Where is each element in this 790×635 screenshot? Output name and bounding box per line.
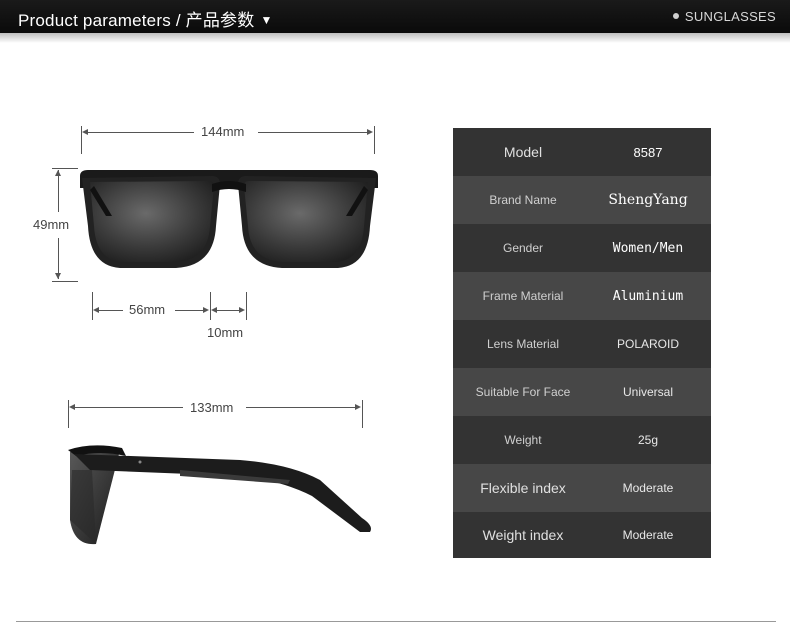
spec-value: Moderate xyxy=(622,481,674,495)
dim-line xyxy=(71,407,183,408)
spec-row: Brand Name ShengYang xyxy=(453,176,711,224)
spec-label: Flexible index xyxy=(480,480,566,496)
dim-tick-top xyxy=(52,168,78,169)
spec-label: Suitable For Face xyxy=(475,385,571,399)
spec-value: Moderate xyxy=(622,528,674,542)
spec-table: Model 8587 Brand Name ShengYang Gender W… xyxy=(453,128,711,558)
spec-value: 25g xyxy=(637,433,659,447)
lens-height-label: 49mm xyxy=(33,217,70,232)
spec-value: Universal xyxy=(622,385,673,399)
arrow-right-icon xyxy=(367,129,373,135)
spec-value: POLAROID xyxy=(616,337,679,351)
arrow-down-icon xyxy=(55,273,61,279)
dim-tick-bottom xyxy=(52,281,78,282)
dot-icon xyxy=(672,13,679,19)
glasses-front-image xyxy=(80,170,378,268)
spec-row: Gender Women/Men xyxy=(453,224,711,272)
header-shadow xyxy=(0,33,790,43)
temple-length-label: 133mm xyxy=(190,400,234,415)
spec-value: ShengYang xyxy=(608,192,688,208)
header-banner: Product parameters / 产品参数 ▼ SUNGLASSES xyxy=(0,0,790,33)
dim-tick xyxy=(210,292,211,320)
dim-line xyxy=(258,132,371,133)
spec-label: Brand Name xyxy=(489,193,557,207)
dim-line xyxy=(84,132,194,133)
dim-tick xyxy=(246,292,247,320)
spec-value: 8587 xyxy=(633,144,663,160)
arrow-right-icon xyxy=(203,307,209,313)
spec-value: Aluminium xyxy=(612,288,684,304)
arrow-left-icon xyxy=(82,129,88,135)
spec-row: Weight index Moderate xyxy=(453,512,711,558)
spec-label: Weight xyxy=(504,433,542,447)
lens-width-label: 56mm xyxy=(129,302,166,317)
dim-line xyxy=(246,407,359,408)
glasses-side-image xyxy=(68,445,371,545)
arrow-left-icon xyxy=(93,307,99,313)
dim-tick-right xyxy=(374,126,375,154)
header-category-text: SUNGLASSES xyxy=(684,9,776,24)
arrow-left-icon xyxy=(211,307,217,313)
total-width-label: 144mm xyxy=(201,124,245,139)
spec-row: Model 8587 xyxy=(453,128,711,176)
header-title: Product parameters / 产品参数 ▼ xyxy=(18,6,273,31)
dim-line xyxy=(58,170,59,212)
spec-label: Frame Material xyxy=(482,289,564,303)
arrow-up-icon xyxy=(55,170,61,176)
bottom-divider xyxy=(16,621,776,622)
spec-row: Suitable For Face Universal xyxy=(453,368,711,416)
caret-down-icon: ▼ xyxy=(260,13,273,27)
dim-line xyxy=(95,310,123,311)
header-title-text: Product parameters / 产品参数 xyxy=(18,11,255,30)
arrow-right-icon xyxy=(355,404,361,410)
spec-row: Flexible index Moderate xyxy=(453,464,711,512)
spec-row: Frame Material Aluminium xyxy=(453,272,711,320)
bridge-label: 10mm xyxy=(207,325,244,340)
spec-row: Weight 25g xyxy=(453,416,711,464)
dim-tick xyxy=(362,400,363,428)
arrow-right-icon xyxy=(239,307,245,313)
spec-label: Weight index xyxy=(482,527,564,543)
spec-label: Gender xyxy=(502,241,544,255)
spec-row: Lens Material POLAROID xyxy=(453,320,711,368)
spec-label: Lens Material xyxy=(486,337,560,351)
dim-tick xyxy=(92,292,93,320)
header-category: SUNGLASSES xyxy=(672,9,776,24)
spec-label: Model xyxy=(503,144,543,160)
spec-value: Women/Men xyxy=(612,240,684,256)
arrow-left-icon xyxy=(69,404,75,410)
